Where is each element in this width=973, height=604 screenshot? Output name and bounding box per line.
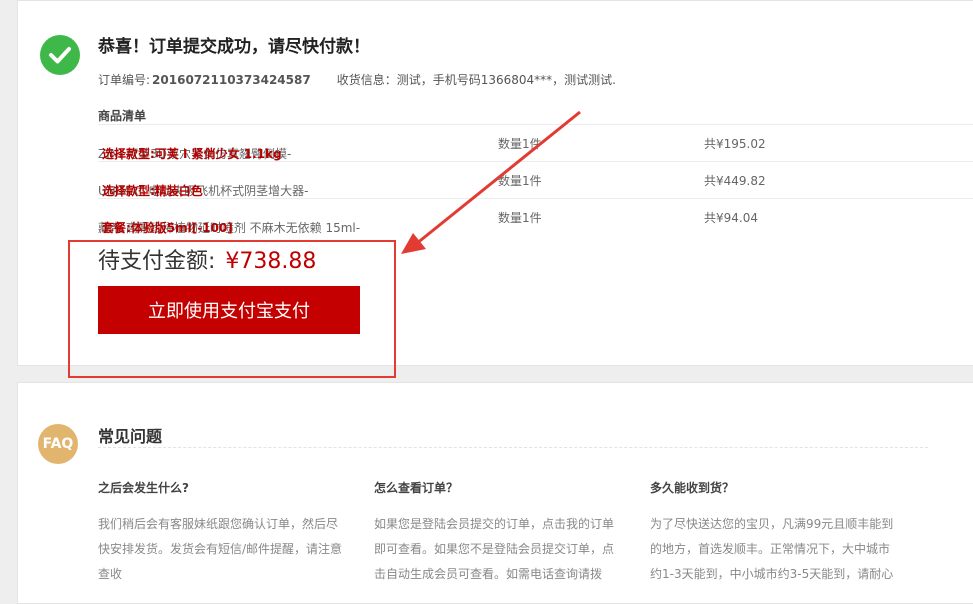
faq-title: 常见问题	[98, 427, 163, 446]
faq-question: 多久能收到货？	[650, 481, 735, 495]
faq-icon: FAQ	[38, 424, 78, 464]
faq-question: 之后会发生什么?	[98, 481, 189, 495]
faq-answer: 如果您是登陆会员提交的订单，点击我的订单即可查看。如果您不是登陆会员提交订单，点…	[374, 517, 615, 581]
faq-answer: 为了尽快送达您的宝贝，凡满99元且顺丰能到的地方，首选发顺丰。正常情况下，大中城…	[650, 517, 894, 581]
faq-question: 怎么查看订单？	[374, 481, 459, 495]
faq-answer: 我们稍后会有客服妹纸跟您确认订单，然后尽快安排发货。发货会有短信/邮件提醒，请注…	[98, 517, 343, 581]
divider	[98, 447, 928, 448]
